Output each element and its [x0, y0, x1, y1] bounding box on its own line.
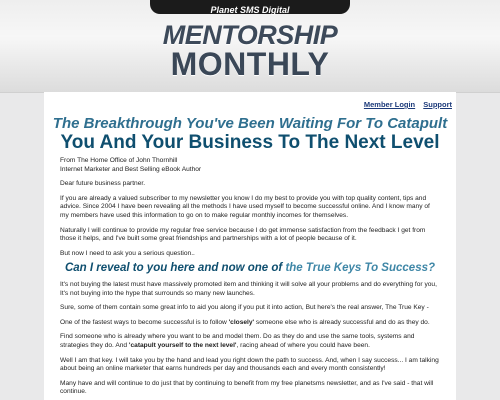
paragraph: Many have and will continue to do just t… [60, 379, 434, 396]
logo-subtitle: MONTHLY [170, 46, 330, 82]
letter-body: From The Home Office of John Thornhill I… [44, 153, 456, 397]
paragraph: It's not buying the latest must have mas… [60, 280, 437, 297]
headline-line2: You And Your Business To The Next Level [60, 132, 440, 153]
subheadline-highlight: the True Keys To Success? [285, 262, 436, 275]
greeting: Dear future business partner. [60, 180, 146, 188]
paragraph: If you are already a valued subscriber t… [60, 194, 430, 219]
logo-title: MENTORSHIP [162, 20, 338, 50]
logo-brand-text: Planet SMS Digital [210, 5, 290, 15]
from-line1: From The Home Office of John Thornhill [60, 157, 178, 164]
text-segment: One of the fastest ways to become succes… [60, 318, 229, 326]
subheadline-part1: Can I reveal to you here and now one of [64, 262, 283, 275]
headline-line1: The Breakthrough You've Been Waiting For… [52, 115, 448, 132]
from-line2: Internet Marketer and Best Selling eBook… [60, 165, 202, 173]
site-logo: Planet SMS Digital MENTORSHIP MONTHLY [0, 0, 500, 82]
paragraph: But now I need to ask you a serious ques… [60, 249, 195, 257]
site-header: Planet SMS Digital MENTORSHIP MONTHLY [0, 0, 500, 93]
subheadline: Can I reveal to you here and now one of … [60, 262, 440, 275]
text-segment: , racing ahead of where you could have b… [236, 341, 370, 349]
page: Planet SMS Digital MENTORSHIP MONTHLY Me… [0, 0, 500, 400]
top-nav: Member Login Support [44, 92, 456, 109]
paragraph: One of the fastest ways to become succes… [60, 319, 440, 328]
emphasis: 'catapult yourself to the next level' [128, 341, 237, 349]
paragraph: Well I am that key. I will take you by t… [60, 356, 439, 373]
content-area: Member Login Support The Breakthrough Yo… [44, 92, 456, 400]
text-segment: someone else who is already successful a… [254, 318, 430, 326]
member-login-link[interactable]: Member Login [364, 100, 415, 109]
emphasis: 'closely' [228, 318, 255, 326]
paragraph: Sure, some of them contain some great in… [60, 304, 429, 312]
paragraph: Naturally I will continue to provide my … [60, 226, 426, 243]
support-link[interactable]: Support [423, 100, 452, 109]
paragraph: Find someone who is already where you wa… [60, 333, 440, 350]
letter-from: From The Home Office of John Thornhill I… [60, 157, 440, 174]
